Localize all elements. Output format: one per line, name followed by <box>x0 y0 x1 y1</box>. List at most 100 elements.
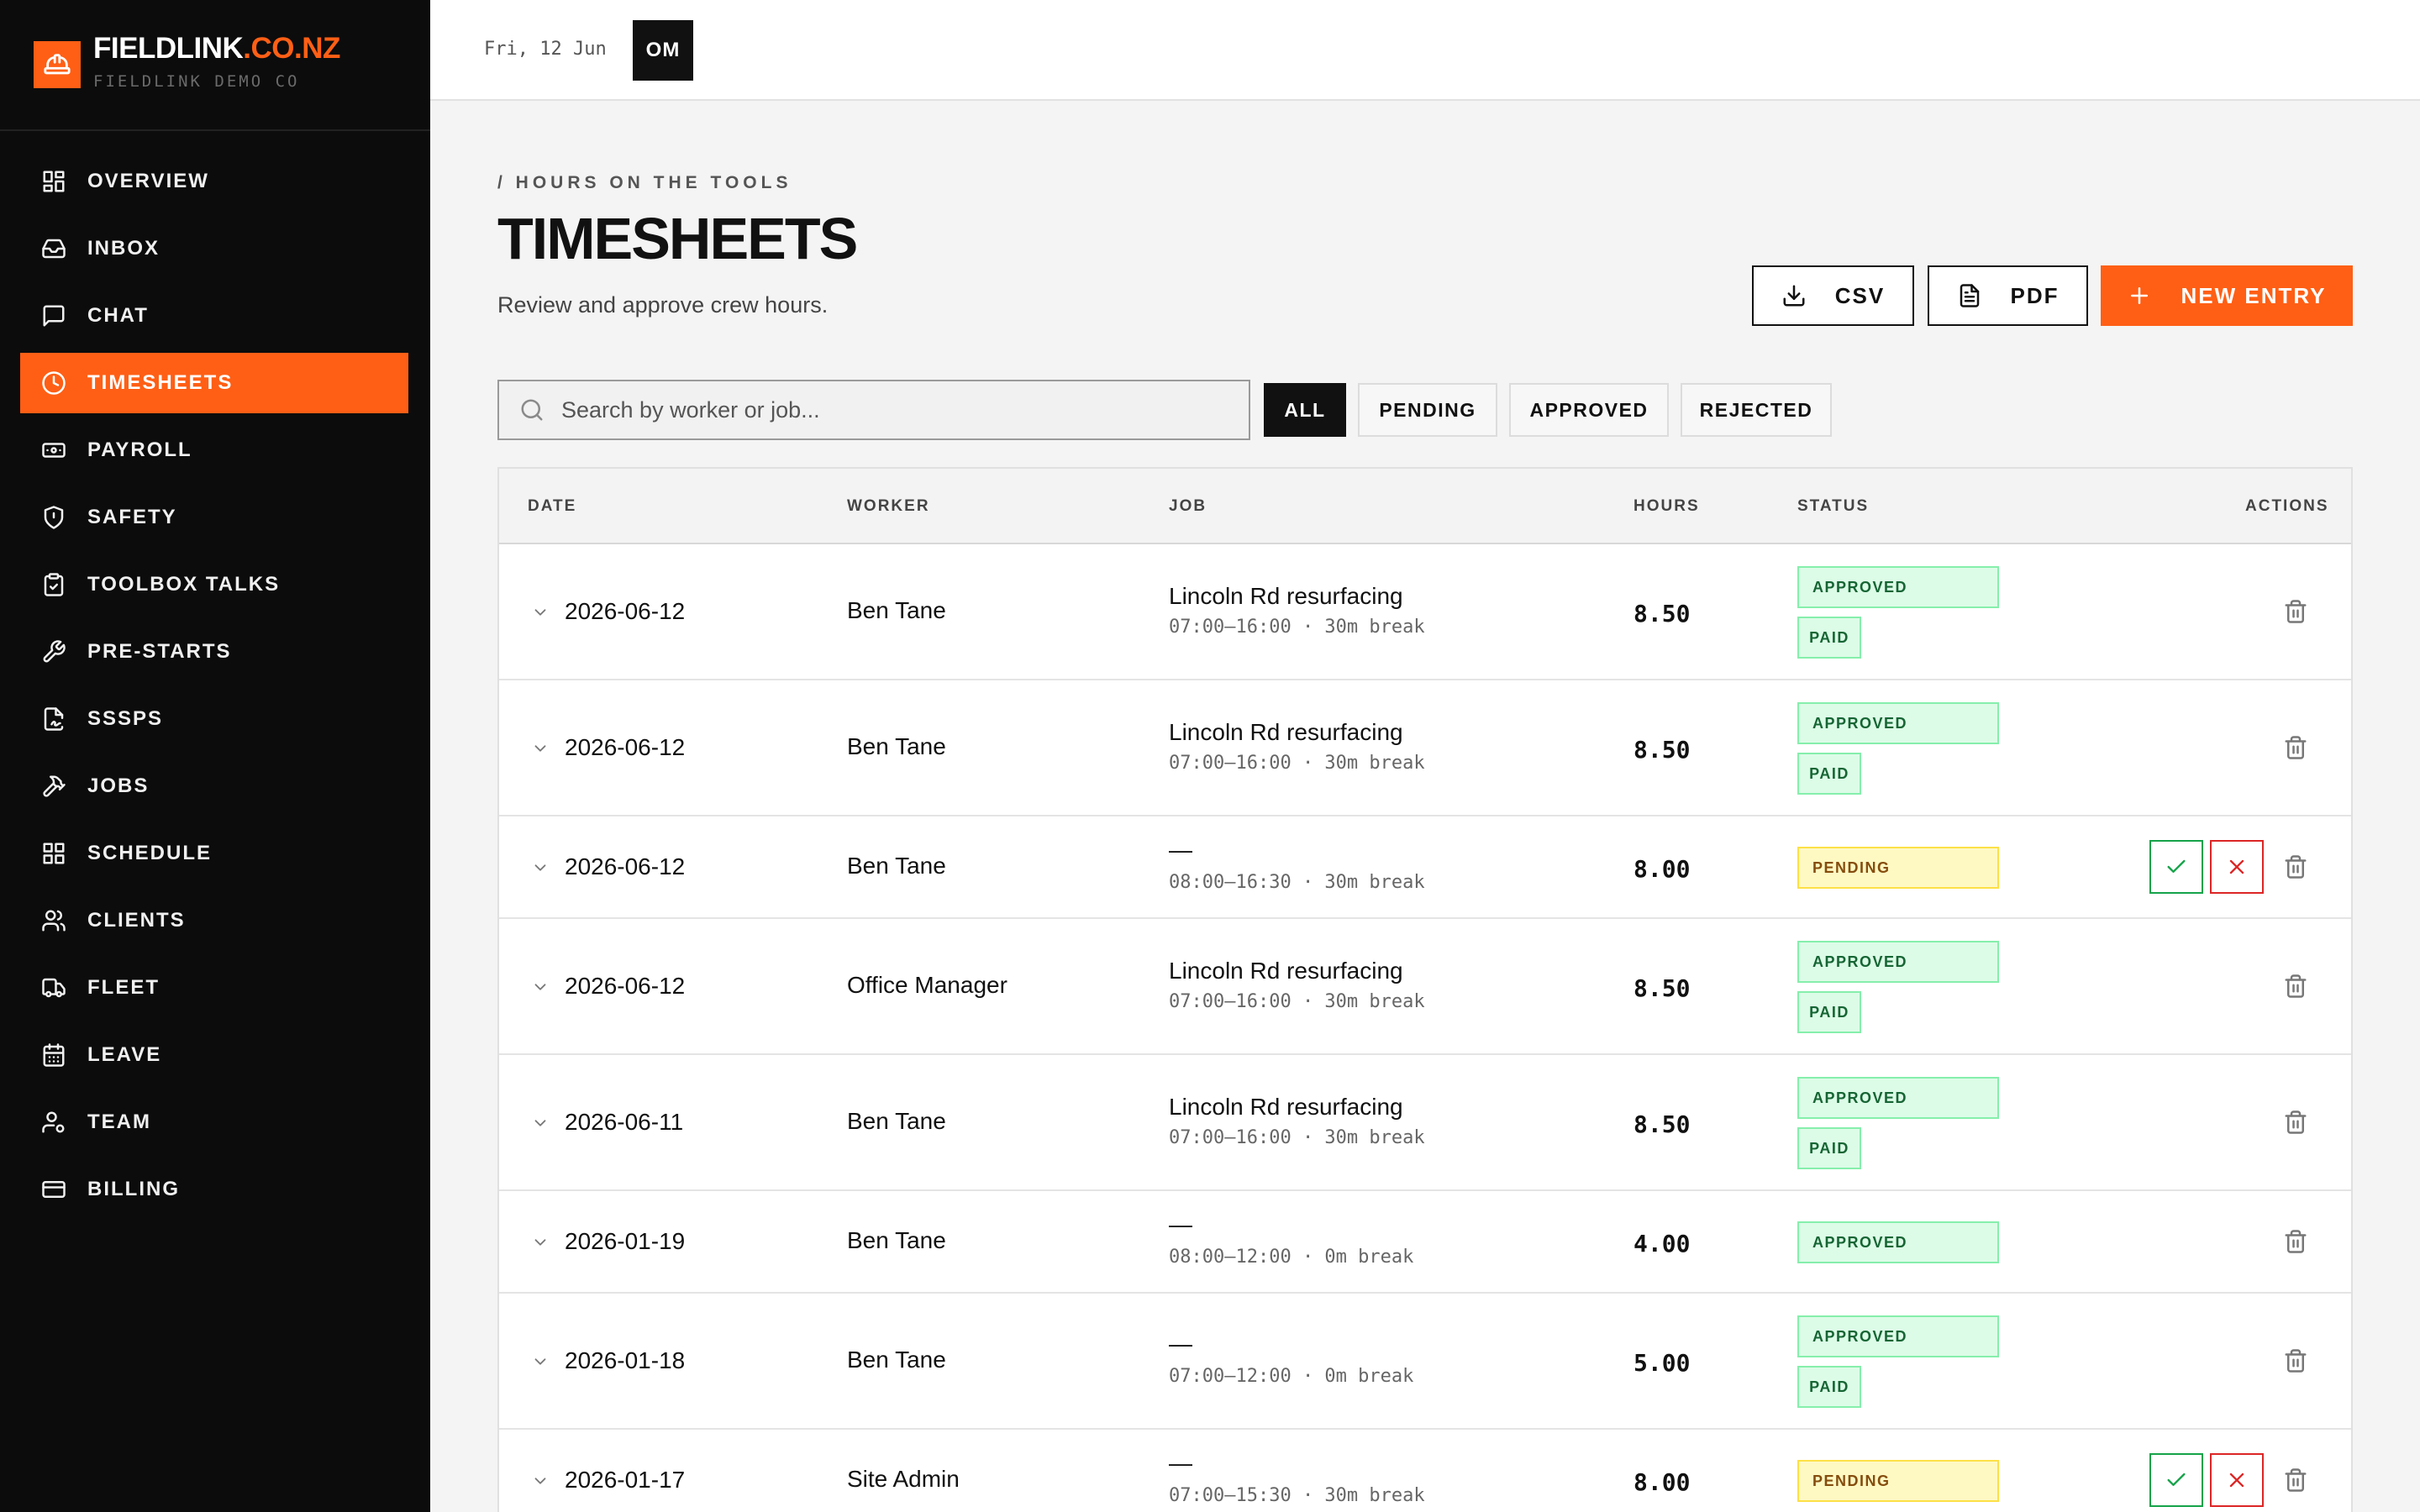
search-input[interactable] <box>561 396 1217 423</box>
table-row[interactable]: 2026-06-12 Ben Tane Lincoln Rd resurfaci… <box>499 680 2351 816</box>
column-header-status[interactable]: STATUS <box>1797 497 1869 516</box>
org-name: FIELDLINK DEMO CO <box>93 72 300 91</box>
sidebar-item-label: CHAT <box>87 304 149 327</box>
approve-button[interactable] <box>2149 1453 2203 1507</box>
delete-button[interactable] <box>2269 1334 2323 1388</box>
table-row[interactable]: 2026-01-17 Site Admin — 07:00–15:30 · 30… <box>499 1430 2351 1512</box>
current-date: Fri, 12 Jun <box>484 39 607 60</box>
chevron-down-icon[interactable] <box>531 1472 550 1490</box>
chevron-down-icon[interactable] <box>531 858 550 877</box>
row-worker: Ben Tane <box>847 1347 946 1373</box>
export-pdf-label: PDF <box>2010 282 2060 308</box>
sidebar-item-safety[interactable]: SAFETY <box>20 487 408 548</box>
status-badge: APPROVED <box>1797 1315 1999 1357</box>
chevron-down-icon[interactable] <box>531 1352 550 1371</box>
check-icon <box>2167 859 2186 873</box>
new-entry-label: NEW ENTRY <box>2181 282 2327 308</box>
sidebar-nav: OVERVIEW INBOX CHAT TIMESHEETS PAYROLL S… <box>20 151 408 1226</box>
trash-icon <box>2285 974 2307 998</box>
banknote-icon <box>40 437 67 464</box>
sidebar-item-fleet[interactable]: FLEET <box>20 958 408 1018</box>
column-header-worker[interactable]: WORKER <box>847 497 930 516</box>
row-job: — <box>1169 1331 1192 1357</box>
chevron-down-icon[interactable] <box>531 1233 550 1252</box>
new-entry-button[interactable]: NEW ENTRY <box>2101 265 2353 326</box>
table-row[interactable]: 2026-06-11 Ben Tane Lincoln Rd resurfaci… <box>499 1055 2351 1191</box>
shield-icon <box>40 504 67 531</box>
page-title: TIMESHEETS <box>497 206 858 271</box>
reject-button[interactable] <box>2210 1453 2264 1507</box>
table-row[interactable]: 2026-01-19 Ben Tane — 08:00–12:00 · 0m b… <box>499 1191 2351 1294</box>
sidebar-item-schedule[interactable]: SCHEDULE <box>20 823 408 884</box>
chevron-down-icon[interactable] <box>531 978 550 996</box>
row-hours: 8.50 <box>1634 1110 1691 1138</box>
sidebar-item-clients[interactable]: CLIENTS <box>20 890 408 951</box>
row-hours: 8.00 <box>1634 1468 1691 1496</box>
chevron-down-icon[interactable] <box>531 739 550 758</box>
sidebar-item-leave[interactable]: LEAVE <box>20 1025 408 1085</box>
timesheets-table: DATE WORKER JOB HOURS STATUS ACTIONS 202… <box>497 467 2353 1512</box>
filter-all[interactable]: ALL <box>1264 383 1346 437</box>
sidebar-item-payroll[interactable]: PAYROLL <box>20 420 408 480</box>
avatar[interactable]: OM <box>633 20 693 81</box>
table-row[interactable]: 2026-06-12 Ben Tane — 08:00–16:30 · 30m … <box>499 816 2351 919</box>
export-csv-button[interactable]: CSV <box>1752 265 1914 326</box>
delete-button[interactable] <box>2269 840 2323 894</box>
row-date: 2026-01-19 <box>565 1228 686 1254</box>
approve-button[interactable] <box>2149 840 2203 894</box>
filter-pending[interactable]: PENDING <box>1358 383 1497 437</box>
delete-button[interactable] <box>2269 959 2323 1013</box>
sidebar-item-label: TOOLBOX TALKS <box>87 573 281 596</box>
delete-button[interactable] <box>2269 1453 2323 1507</box>
table-row[interactable]: 2026-06-12 Office Manager Lincoln Rd res… <box>499 919 2351 1055</box>
filter-rejected[interactable]: REJECTED <box>1681 383 1832 437</box>
row-worker: Ben Tane <box>847 1108 946 1134</box>
row-job: Lincoln Rd resurfacing <box>1169 958 1403 984</box>
sidebar-item-toolbox-talks[interactable]: TOOLBOX TALKS <box>20 554 408 615</box>
sidebar-item-pre-starts[interactable]: PRE-STARTS <box>20 622 408 682</box>
row-time-meta: 07:00–15:30 · 30m break <box>1169 1485 1425 1506</box>
sidebar-item-label: INBOX <box>87 237 160 260</box>
row-job: Lincoln Rd resurfacing <box>1169 583 1403 609</box>
check-icon <box>2167 1473 2186 1486</box>
sidebar-item-sssps[interactable]: SSSPS <box>20 689 408 749</box>
export-pdf-button[interactable]: PDF <box>1928 265 2088 326</box>
table-row[interactable]: 2026-01-18 Ben Tane — 07:00–12:00 · 0m b… <box>499 1294 2351 1430</box>
chevron-down-icon[interactable] <box>531 1114 550 1132</box>
brand-name[interactable]: FIELDLINK.CO.NZ <box>93 32 340 66</box>
truck-icon <box>40 974 67 1001</box>
sidebar-item-jobs[interactable]: JOBS <box>20 756 408 816</box>
filter-approved[interactable]: APPROVED <box>1509 383 1669 437</box>
row-worker: Site Admin <box>847 1466 960 1492</box>
delete-button[interactable] <box>2269 1095 2323 1149</box>
table-row[interactable]: 2026-06-12 Ben Tane Lincoln Rd resurfaci… <box>499 544 2351 680</box>
sidebar-item-chat[interactable]: CHAT <box>20 286 408 346</box>
paid-badge: PAID <box>1797 1366 1861 1408</box>
column-header-job[interactable]: JOB <box>1169 497 1207 516</box>
reject-button[interactable] <box>2210 840 2264 894</box>
row-worker: Ben Tane <box>847 597 946 623</box>
sidebar-item-timesheets[interactable]: TIMESHEETS <box>20 353 408 413</box>
delete-button[interactable] <box>2269 721 2323 774</box>
delete-button[interactable] <box>2269 1215 2323 1268</box>
chat-icon <box>40 302 67 329</box>
sidebar-item-billing[interactable]: BILLING <box>20 1159 408 1220</box>
brand-header: FIELDLINK.CO.NZ FIELDLINK DEMO CO <box>0 0 430 131</box>
sidebar-item-inbox[interactable]: INBOX <box>20 218 408 279</box>
credit-card-icon <box>40 1176 67 1203</box>
column-header-actions: ACTIONS <box>2245 497 2329 515</box>
download-icon <box>1783 285 1805 307</box>
file-signature-icon <box>40 706 67 732</box>
column-header-hours[interactable]: HOURS <box>1634 497 1700 516</box>
sidebar-item-team[interactable]: TEAM <box>20 1092 408 1152</box>
table-header: DATE WORKER JOB HOURS STATUS ACTIONS <box>499 469 2351 544</box>
column-header-date[interactable]: DATE <box>528 497 576 516</box>
chevron-down-icon[interactable] <box>531 603 550 622</box>
trash-icon <box>2285 855 2307 879</box>
row-date: 2026-06-11 <box>565 1109 684 1135</box>
status-badge: APPROVED <box>1797 1221 1999 1263</box>
sidebar-item-overview[interactable]: OVERVIEW <box>20 151 408 212</box>
delete-button[interactable] <box>2269 585 2323 638</box>
wrench-icon <box>40 638 67 665</box>
sidebar-item-label: PRE-STARTS <box>87 640 232 663</box>
